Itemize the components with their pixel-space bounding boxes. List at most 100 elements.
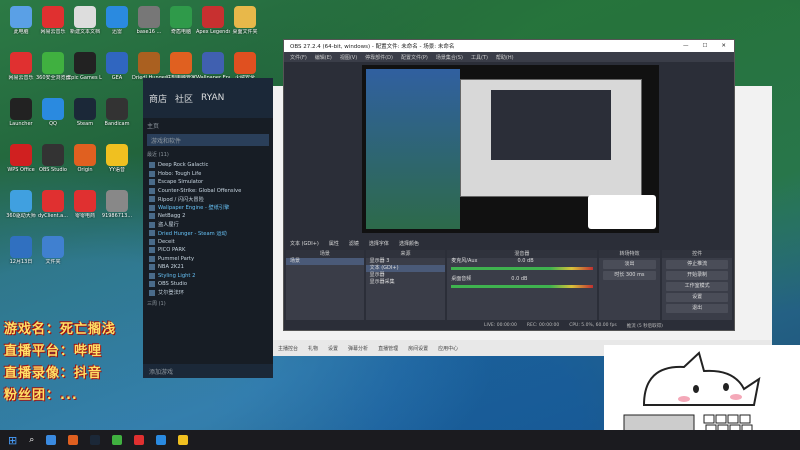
taskbar-app-icon[interactable] [156, 435, 167, 445]
desktop-icon[interactable]: dyClient.a... [36, 190, 70, 219]
obs-window[interactable]: OBS 27.2.4 (64-bit, windows) - 配置文件: 未命名… [283, 39, 735, 331]
desktop-icon[interactable]: 奇盾电脑 [164, 6, 198, 35]
steam-game-item[interactable]: PICO PARK [143, 246, 273, 255]
desktop-icon[interactable]: WPS Office [4, 144, 38, 173]
obs-menu-item[interactable]: 配置文件(P) [401, 54, 428, 61]
obs-menu-item[interactable]: 工具(T) [471, 54, 488, 61]
desktop-icon[interactable]: Bandicam [100, 98, 134, 127]
taskbar-app-icon[interactable] [134, 435, 145, 445]
desktop-icon[interactable]: 91986713... [100, 190, 134, 219]
obs-menu-item[interactable]: 编辑(E) [315, 54, 332, 61]
desktop-icon[interactable]: 迅雷 [100, 6, 134, 35]
taskbar-app-icon[interactable] [112, 435, 123, 445]
close-icon[interactable]: ✕ [721, 43, 726, 49]
steam-game-item[interactable]: OBS Studio [143, 280, 273, 289]
desktop-icon[interactable]: 网易云音乐 [36, 6, 70, 35]
obs-menu-item[interactable]: 场景集合(S) [436, 54, 463, 61]
steam-nav-item[interactable]: 商店 [149, 92, 167, 105]
control-button[interactable]: 设置 [666, 293, 728, 302]
taskbar-app-icon[interactable] [46, 435, 57, 445]
source-item[interactable]: 显示器采集 [366, 279, 446, 286]
steam-game-item[interactable]: 艾尔登法环 [143, 289, 273, 298]
source-toolbar-item[interactable]: 文本 (GDI+) [290, 240, 319, 247]
desktop-icon[interactable]: 桌面文件夹 [228, 6, 262, 35]
steam-game-item[interactable]: 盗人屋行 [143, 221, 273, 230]
desktop-icon[interactable]: 新建文本文档 [68, 6, 102, 35]
desktop-icon[interactable]: 360安全浏览器 [36, 52, 70, 81]
steam-game-item[interactable]: Hobo: Tough Life [143, 170, 273, 179]
console-toolbar-item[interactable]: 房间设置 [408, 345, 428, 352]
console-toolbar-item[interactable]: 礼物 [308, 345, 318, 352]
source-toolbar-item[interactable]: 选择颜色 [399, 240, 419, 247]
obs-menu-item[interactable]: 文件(F) [290, 54, 307, 61]
minimize-icon[interactable]: — [683, 43, 689, 49]
steam-game-item[interactable]: NetBagg 2 [143, 212, 273, 221]
obs-preview-canvas[interactable] [362, 65, 659, 233]
desktop-icon[interactable]: Wallpaper Engine [196, 52, 230, 81]
desktop-icon[interactable]: 文件夹 [36, 236, 70, 265]
taskbar-app-icon[interactable] [68, 435, 79, 445]
steam-nav-item[interactable]: RYAN [201, 93, 224, 103]
console-toolbar-item[interactable]: 直播管理 [378, 345, 398, 352]
desktop-icon[interactable]: OBS Studio [36, 144, 70, 173]
control-button[interactable]: 工作室模式 [666, 282, 728, 291]
steam-game-item[interactable]: Wallpaper Engine - 壁纸引擎 [143, 204, 273, 213]
steam-game-item[interactable]: Counter-Strike: Global Offensive [143, 187, 273, 196]
steam-game-item[interactable]: Styling Light 2 [143, 272, 273, 281]
source-item[interactable]: 显示器 3 [366, 258, 446, 265]
steam-nav-item[interactable]: 社区 [175, 92, 193, 105]
source-toolbar-item[interactable]: 属性 [329, 240, 339, 247]
desktop-icon[interactable]: Origin [68, 144, 102, 173]
desktop-icon[interactable]: 12月13日 [4, 236, 38, 265]
desktop-icon[interactable]: 360驱动大师 [4, 190, 38, 219]
console-toolbar-item[interactable]: 设置 [328, 345, 338, 352]
obs-menu-item[interactable]: 视图(V) [340, 54, 357, 61]
desktop-icon[interactable]: 零零电商 [68, 190, 102, 219]
desktop-icon[interactable]: Steam [68, 98, 102, 127]
steam-category-recent[interactable]: 最近 (11) [143, 148, 273, 161]
desktop-icon[interactable]: 火绒安全 [228, 52, 262, 81]
steam-game-item[interactable]: NBA 2K21 [143, 263, 273, 272]
control-button[interactable]: 退出 [666, 304, 728, 313]
transition-select[interactable]: 淡出 [602, 260, 657, 269]
console-toolbar-item[interactable]: 应用中心 [438, 345, 458, 352]
desktop-icon[interactable]: QQ [36, 98, 70, 127]
steam-game-item[interactable]: Escape Simulator [143, 178, 273, 187]
scene-item[interactable]: 场景 [286, 258, 364, 265]
desktop-icon[interactable]: GEA [100, 52, 134, 81]
steam-search-input[interactable]: 游戏和软件 [147, 134, 269, 146]
source-toolbar-item[interactable]: 滤镜 [349, 240, 359, 247]
desktop-icon[interactable]: YY语音 [100, 144, 134, 173]
taskbar-app-icon[interactable] [178, 435, 189, 445]
desktop-icon[interactable]: base16 ... [132, 6, 166, 35]
search-icon[interactable]: ⌕ [29, 435, 34, 445]
maximize-icon[interactable]: ☐ [702, 43, 707, 49]
desktop-icon[interactable]: Driedl Hunger [132, 52, 166, 81]
desktop-icon[interactable]: 此电脑 [4, 6, 38, 35]
steam-game-item[interactable]: Dried Hunger - Steam 运动 [143, 229, 273, 238]
steam-game-item[interactable]: Ripod / 闪闪大冒险 [143, 195, 273, 204]
steam-game-item[interactable]: Deep Rock Galactic [143, 161, 273, 170]
windows-start-icon[interactable]: ⊞ [8, 434, 17, 447]
source-toolbar-item[interactable]: 选择字体 [369, 240, 389, 247]
steam-category-weeks[interactable]: 三周 (1) [143, 297, 273, 310]
console-toolbar-item[interactable]: 弹幕分析 [348, 345, 368, 352]
transition-duration-input[interactable]: 时长 300 ms [602, 271, 657, 280]
control-button[interactable]: 开始录制 [666, 271, 728, 280]
console-toolbar-item[interactable]: 主播控台 [278, 345, 298, 352]
desktop-icon[interactable]: Epic Games Launcher [68, 52, 102, 81]
source-item[interactable]: 文本 (GDI+) [365, 265, 446, 272]
steam-game-item[interactable]: Pummel Party [143, 255, 273, 264]
obs-menu-item[interactable]: 帮助(H) [496, 54, 514, 61]
taskbar-app-icon[interactable] [90, 435, 101, 445]
mixer-channel[interactable]: 桌面音频 0.0 dB [447, 276, 596, 283]
source-item[interactable]: 显示器 [366, 272, 446, 279]
desktop-icon[interactable]: 联想电脑管家 [164, 52, 198, 81]
steam-home-label[interactable]: 主页 [143, 118, 273, 132]
desktop-icon[interactable]: Apex Legends [196, 6, 230, 35]
obs-menu-item[interactable]: 停靠部件(D) [365, 54, 393, 61]
mixer-channel[interactable]: 麦克风/Aux 0.0 dB [447, 258, 596, 265]
steam-game-item[interactable]: Deceit [143, 238, 273, 247]
control-button[interactable]: 停止推流 [666, 260, 728, 269]
steam-add-game-button[interactable]: 添加游戏 [143, 364, 273, 378]
